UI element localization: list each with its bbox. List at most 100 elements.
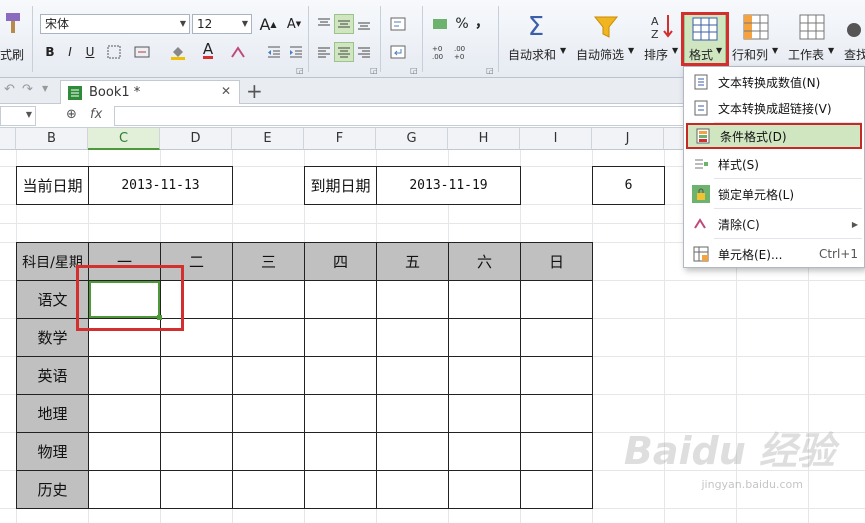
due-date-label[interactable]: 到期日期 [304,166,377,205]
schedule-cell[interactable] [520,470,593,509]
align-bottom-button[interactable] [354,14,374,34]
row-col-button[interactable] [740,12,772,42]
shrink-font-button[interactable]: A ▼ [284,14,304,34]
schedule-cell[interactable] [304,394,377,433]
format-painter-button[interactable] [0,6,26,42]
schedule-cell[interactable] [448,470,521,509]
align-left-button[interactable] [314,42,334,62]
merge-button[interactable] [132,42,152,62]
comma-button[interactable]: ， [472,12,492,32]
schedule-cell[interactable] [520,280,593,319]
schedule-cell[interactable] [520,394,593,433]
fx-icon[interactable]: fx [90,107,102,122]
schedule-cell[interactable] [88,318,161,357]
underline-button[interactable]: U [80,42,100,62]
dialog-launcher-icon[interactable]: ◲ [486,66,494,75]
sort-button[interactable]: AZ [646,12,676,42]
due-date-value[interactable]: 2013-11-19 [376,166,521,205]
font-size-select[interactable]: 12 ▼ [192,14,252,34]
schedule-cell[interactable] [88,470,161,509]
day-header[interactable]: 三 [232,242,305,281]
line-break-button[interactable] [388,42,408,62]
schedule-cell[interactable] [520,356,593,395]
autofilter-button[interactable] [590,12,622,42]
align-right-button[interactable] [354,42,374,62]
days-remaining-value[interactable]: 6 [592,166,665,205]
schedule-cell[interactable] [232,280,305,319]
schedule-cell[interactable] [376,394,449,433]
schedule-cell[interactable] [520,318,593,357]
schedule-cell[interactable] [448,432,521,471]
redo-icon[interactable]: ↷ [22,82,33,97]
name-box[interactable]: ▼ [0,106,36,126]
menu-item-cell[interactable]: 单元格(E)... Ctrl+1 [686,241,862,267]
day-header[interactable]: 五 [376,242,449,281]
schedule-cell[interactable] [304,432,377,471]
menu-item-conditional-format[interactable]: 条件格式(D) [686,123,862,149]
increase-decimal-button[interactable]: +0.00 [430,42,450,62]
schedule-cell[interactable] [376,280,449,319]
current-date-value[interactable]: 2013-11-13 [88,166,233,205]
day-header[interactable]: 四 [304,242,377,281]
schedule-cell[interactable] [448,318,521,357]
close-tab-icon[interactable]: ✕ [221,84,231,98]
column-header-h[interactable]: H [448,128,520,150]
zoom-icon[interactable]: ⊕ [66,107,77,122]
schedule-cell[interactable] [304,470,377,509]
schedule-cell[interactable] [376,318,449,357]
menu-item-text-to-hyperlink[interactable]: 文本转换成超链接(V) [686,95,862,121]
active-cell[interactable] [89,281,160,318]
menu-item-clear[interactable]: 清除(C) ▶ [686,211,862,237]
schedule-cell[interactable] [160,470,233,509]
align-middle-button[interactable] [334,14,354,34]
schedule-cell[interactable] [232,394,305,433]
schedule-cell[interactable] [448,280,521,319]
align-top-button[interactable] [314,14,334,34]
schedule-cell[interactable] [520,432,593,471]
day-header[interactable]: 一 [88,242,161,281]
day-header[interactable]: 二 [160,242,233,281]
decrease-decimal-button[interactable]: .00 +0 [452,42,472,62]
schedule-cell[interactable] [232,356,305,395]
column-header-b[interactable]: B [16,128,88,150]
font-name-select[interactable]: 宋体 ▼ [40,14,190,34]
schedule-cell[interactable] [160,394,233,433]
schedule-cell[interactable] [304,318,377,357]
column-header-c[interactable]: C [88,128,160,150]
day-header[interactable]: 六 [448,242,521,281]
schedule-cell[interactable] [376,470,449,509]
align-center-button[interactable] [334,42,354,62]
schedule-cell[interactable] [376,356,449,395]
border-button[interactable] [104,42,124,62]
column-header-e[interactable]: E [232,128,304,150]
subject-label[interactable]: 历史 [16,470,89,509]
formula-input[interactable] [114,106,694,126]
schedule-cell[interactable] [304,356,377,395]
schedule-cell[interactable] [160,280,233,319]
schedule-cell[interactable] [304,280,377,319]
schedule-cell[interactable] [232,318,305,357]
schedule-cell[interactable] [232,470,305,509]
column-header-d[interactable]: D [160,128,232,150]
subject-label[interactable]: 数学 [16,318,89,357]
dialog-launcher-icon[interactable]: ◲ [370,66,378,75]
find-button[interactable] [846,12,865,42]
schedule-cell[interactable] [160,356,233,395]
day-header[interactable]: 日 [520,242,593,281]
row-header-corner[interactable] [0,128,16,150]
subject-label[interactable]: 语文 [16,280,89,319]
column-header-g[interactable]: G [376,128,448,150]
menu-item-style[interactable]: 样式(S) [686,151,862,177]
schedule-cell[interactable] [448,356,521,395]
schedule-cell[interactable] [448,394,521,433]
schedule-cell[interactable] [88,394,161,433]
percent-button[interactable]: % [452,14,472,34]
wrap-text-button[interactable] [388,14,408,34]
new-tab-icon[interactable]: + [246,79,263,103]
tab-book1[interactable]: Book1 * ✕ [60,80,240,104]
indent-increase-button[interactable] [286,42,306,62]
column-header-f[interactable]: F [304,128,376,150]
bold-button[interactable]: B [40,42,60,62]
column-header-j[interactable]: J [592,128,664,150]
schedule-cell[interactable] [232,432,305,471]
